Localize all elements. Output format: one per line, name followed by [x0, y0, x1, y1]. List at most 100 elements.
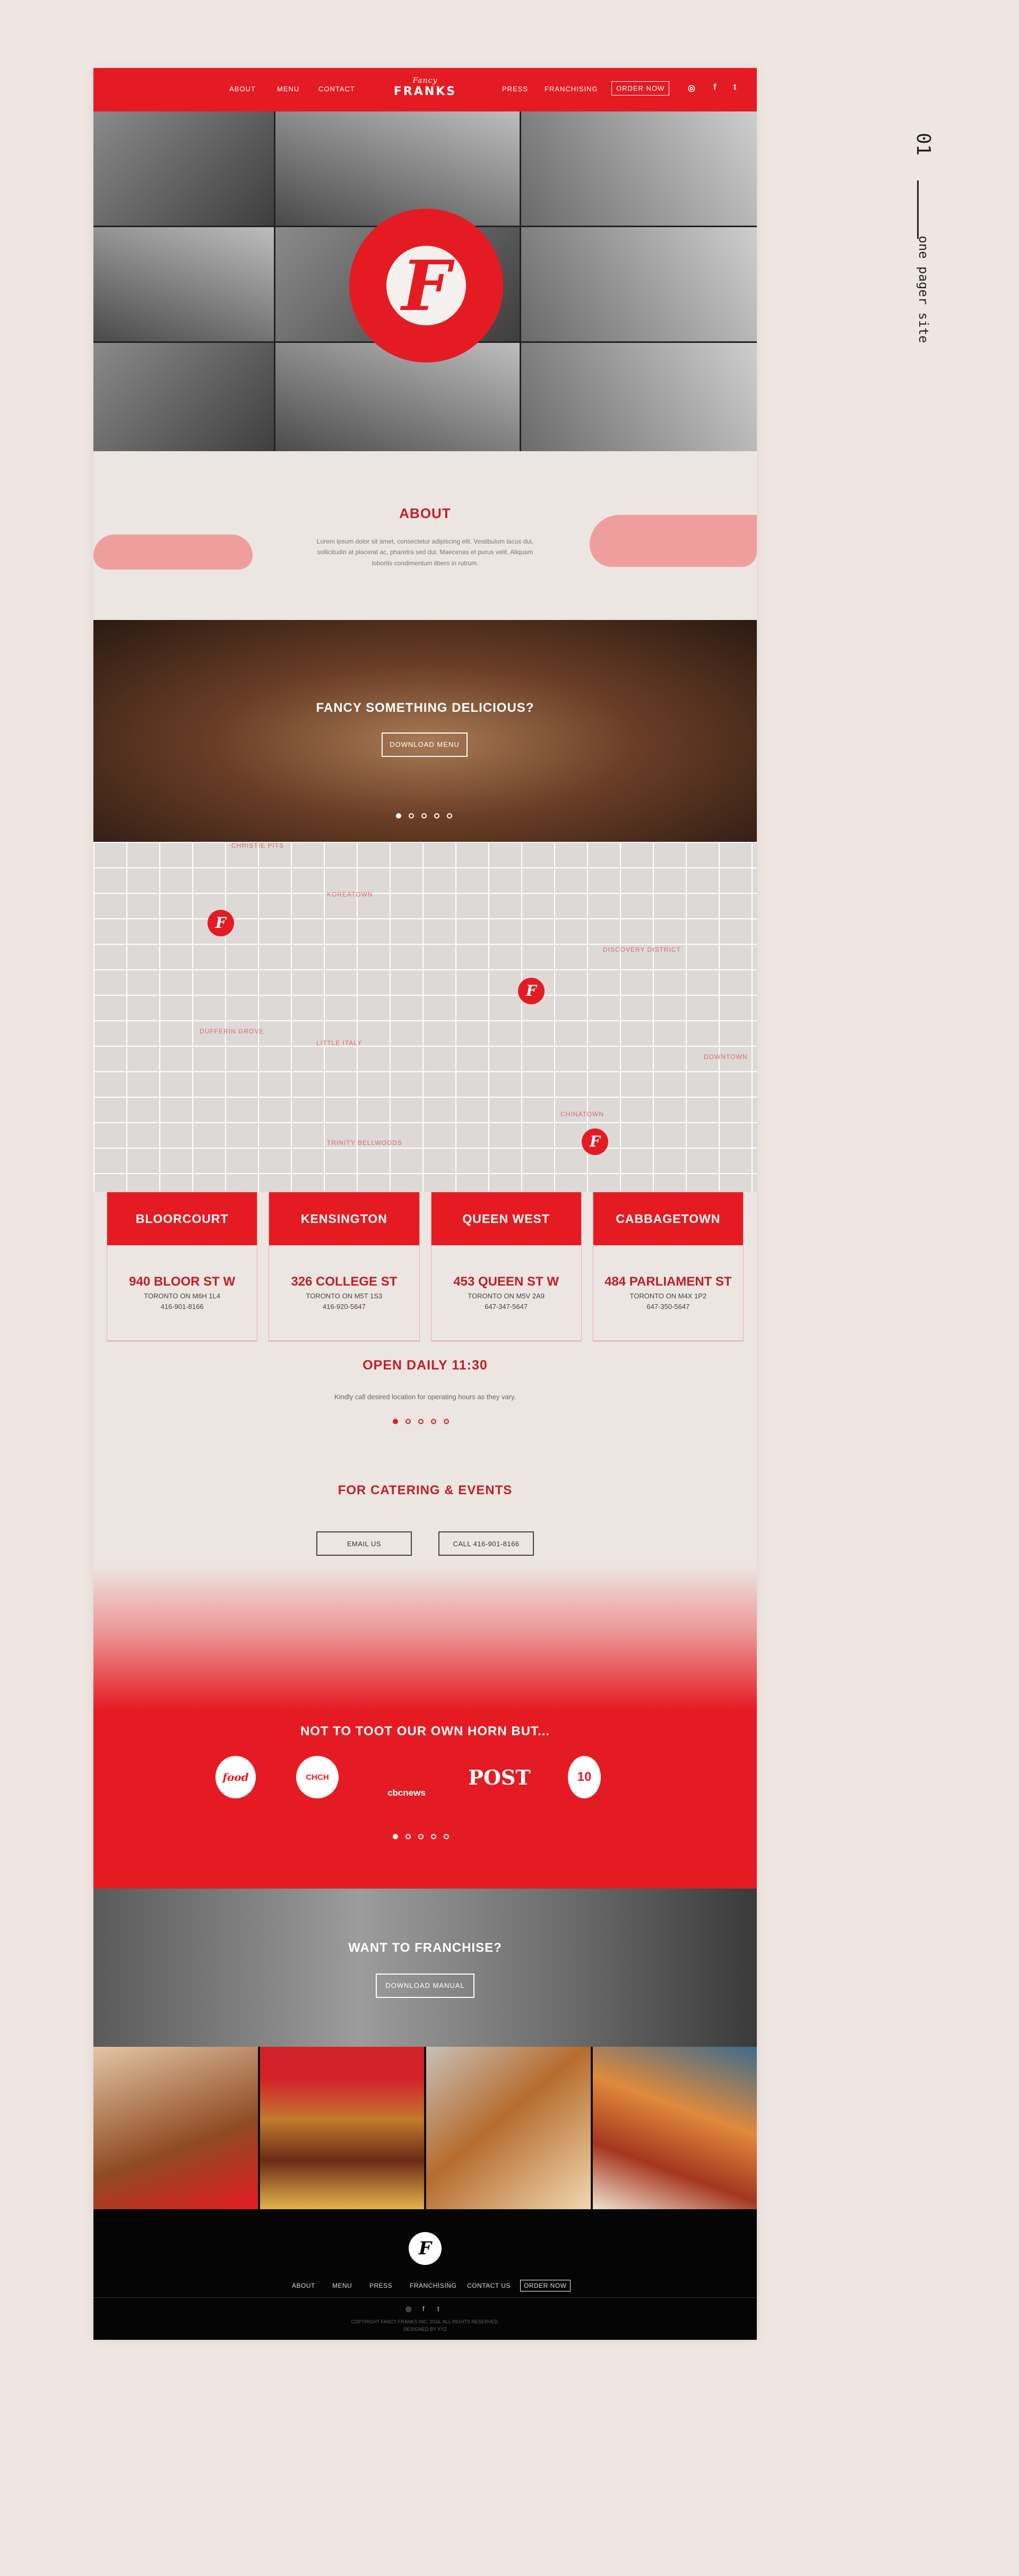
map-label: DUFFERIN GROVE: [200, 1028, 264, 1035]
dachshund-left-illustration: [93, 535, 253, 570]
instagram-icon[interactable]: ◎: [688, 83, 696, 93]
location-address: 453 QUEEN ST W: [453, 1274, 559, 1289]
footer-facebook-icon[interactable]: f: [422, 2305, 425, 2313]
food-photo: [260, 2047, 424, 2209]
location-city: TORONTO ON M4X 1P2: [629, 1292, 707, 1300]
footer-nav-franchising[interactable]: FRANCHISING: [410, 2282, 456, 2289]
location-phone[interactable]: 416-920-5647: [269, 1303, 419, 1311]
location-address: 484 PARLIAMENT ST: [605, 1274, 732, 1289]
press-title: NOT TO TOOT OUR OWN HORN BUT...: [300, 1724, 550, 1738]
hero-photo: [521, 111, 757, 226]
nav-order-now-button[interactable]: ORDER NOW: [611, 81, 670, 96]
about-body: Lorem ipsum dolor sit amet, consectetur …: [316, 538, 534, 567]
carousel-dot[interactable]: [409, 813, 414, 819]
map-label: CHRISTIE PITS: [231, 842, 284, 849]
location-card[interactable]: BLOORCOURT 940 BLOOR ST W TORONTO ON M6H…: [107, 1192, 258, 1341]
footer-nav-contact[interactable]: CONTACT US: [467, 2282, 511, 2289]
franchise-title: WANT TO FRANCHISE?: [348, 1941, 502, 1955]
caption-text: one pager site: [916, 236, 931, 343]
hero-photo: [93, 111, 274, 226]
press-carousel-dots: [393, 1834, 449, 1839]
usa-today-10best-logo: 10: [568, 1756, 601, 1798]
nav-contact[interactable]: CONTACT: [318, 85, 355, 93]
nav-about[interactable]: ABOUT: [229, 85, 256, 93]
footer-nav-about[interactable]: ABOUT: [292, 2282, 315, 2289]
menu-title: FANCY SOMETHING DELICIOUS?: [316, 701, 534, 715]
nav-franchising[interactable]: FRANCHISING: [545, 85, 598, 93]
carousel-dot[interactable]: [434, 813, 439, 819]
carousel-dot[interactable]: [405, 1834, 411, 1839]
locations-map[interactable]: CHRISTIE PITS KOREATOWN DUFFERIN GROVE L…: [93, 842, 757, 1192]
facebook-icon[interactable]: f: [713, 83, 716, 92]
location-name: CABBAGETOWN: [593, 1192, 743, 1245]
food-photo: [93, 2047, 258, 2209]
location-phone[interactable]: 647-350-5647: [593, 1303, 743, 1311]
carousel-dot[interactable]: [431, 1419, 436, 1424]
food-photo-strip: [93, 2047, 757, 2209]
food-network-logo: food: [215, 1756, 256, 1798]
location-address: 326 COLLEGE ST: [291, 1274, 398, 1289]
twitter-icon[interactable]: t: [733, 83, 737, 92]
location-name: KENSINGTON: [269, 1192, 419, 1245]
hero-logo-badge: F: [349, 209, 503, 363]
footer: F ABOUT MENU PRESS FRANCHISING CONTACT U…: [93, 2209, 757, 2340]
carousel-dot[interactable]: [396, 813, 401, 819]
map-pin-bloorcourt[interactable]: F: [208, 910, 234, 936]
map-label: KOREATOWN: [327, 891, 373, 898]
carousel-dot[interactable]: [418, 1419, 424, 1424]
map-label: CHINATOWN: [560, 1110, 604, 1118]
carousel-dot[interactable]: [418, 1834, 424, 1839]
location-phone[interactable]: 416-901-8166: [107, 1303, 257, 1311]
map-label: LITTLE ITALY: [316, 1039, 362, 1047]
download-manual-button[interactable]: DOWNLOAD MANUAL: [376, 1974, 474, 1998]
credit-text: DESIGNED BY XYZ: [403, 2326, 447, 2332]
carousel-dot[interactable]: [447, 813, 452, 819]
map-pin-kensington[interactable]: F: [518, 978, 545, 1004]
footer-copyright: COPYRIGHT FANCY FRANKS INC. 2016. ALL RI…: [93, 2319, 757, 2333]
location-cards: BLOORCOURT 940 BLOOR ST W TORONTO ON M6H…: [107, 1192, 744, 1341]
carousel-dot[interactable]: [405, 1419, 411, 1424]
cbc-news-logo: cbcnews: [387, 1788, 426, 1798]
map-label: DISCOVERY DISTRICT: [603, 946, 681, 953]
hours-title: OPEN DAILY 11:30: [362, 1358, 488, 1373]
logo-script: Fancy: [412, 76, 438, 85]
footer-order-now-button[interactable]: ORDER NOW: [520, 2280, 571, 2291]
carousel-dot[interactable]: [431, 1834, 436, 1839]
menu-banner: FANCY SOMETHING DELICIOUS? DOWNLOAD MENU: [93, 620, 757, 842]
franchise-section: WANT TO FRANCHISE? DOWNLOAD MANUAL: [93, 1889, 757, 2047]
map-pin-queen-west[interactable]: F: [582, 1128, 608, 1155]
footer-instagram-icon[interactable]: ◎: [405, 2305, 411, 2313]
carousel-dot[interactable]: [421, 813, 427, 819]
map-label: DOWNTOWN: [704, 1053, 748, 1061]
food-photo: [592, 2047, 757, 2209]
carousel-dot[interactable]: [444, 1419, 449, 1424]
hero-photo: [521, 343, 757, 454]
nav-menu[interactable]: MENU: [277, 85, 299, 93]
location-city: TORONTO ON M5V 2A9: [468, 1292, 545, 1300]
footer-nav-press[interactable]: PRESS: [369, 2282, 392, 2289]
page-number: 01: [912, 133, 934, 156]
location-card[interactable]: KENSINGTON 326 COLLEGE ST TORONTO ON M5T…: [269, 1192, 420, 1341]
location-city: TORONTO ON M5T 1S3: [306, 1292, 383, 1300]
carousel-dot[interactable]: [393, 1419, 398, 1424]
footer-twitter-icon[interactable]: t: [437, 2305, 439, 2313]
carousel-dot[interactable]: [393, 1834, 398, 1839]
call-button[interactable]: CALL 416-901-8166: [438, 1531, 534, 1556]
location-phone[interactable]: 647-347-5647: [431, 1303, 581, 1311]
brand-logo[interactable]: Fancy FRANKS: [391, 76, 460, 98]
website-mockup: ABOUT MENU CONTACT Fancy FRANKS PRESS FR…: [93, 68, 757, 2340]
email-us-button[interactable]: EMAIL US: [316, 1531, 412, 1556]
footer-divider: [93, 2297, 757, 2298]
location-card[interactable]: CABBAGETOWN 484 PARLIAMENT ST TORONTO ON…: [592, 1192, 744, 1341]
hero-photo: [275, 343, 520, 454]
footer-logo[interactable]: F: [409, 2232, 442, 2265]
carousel-dot[interactable]: [444, 1834, 449, 1839]
nav-press[interactable]: PRESS: [502, 85, 528, 93]
download-menu-button[interactable]: DOWNLOAD MENU: [382, 733, 468, 757]
national-post-logo: POST: [468, 1765, 531, 1789]
map-label: TRINITY BELLWOODS: [327, 1139, 402, 1147]
location-card[interactable]: QUEEN WEST 453 QUEEN ST W TORONTO ON M5V…: [430, 1192, 582, 1341]
press-logos: food CHCH cbcnews POST 10: [215, 1756, 640, 1804]
footer-nav-menu[interactable]: MENU: [332, 2282, 352, 2289]
about-title: ABOUT: [399, 505, 451, 521]
